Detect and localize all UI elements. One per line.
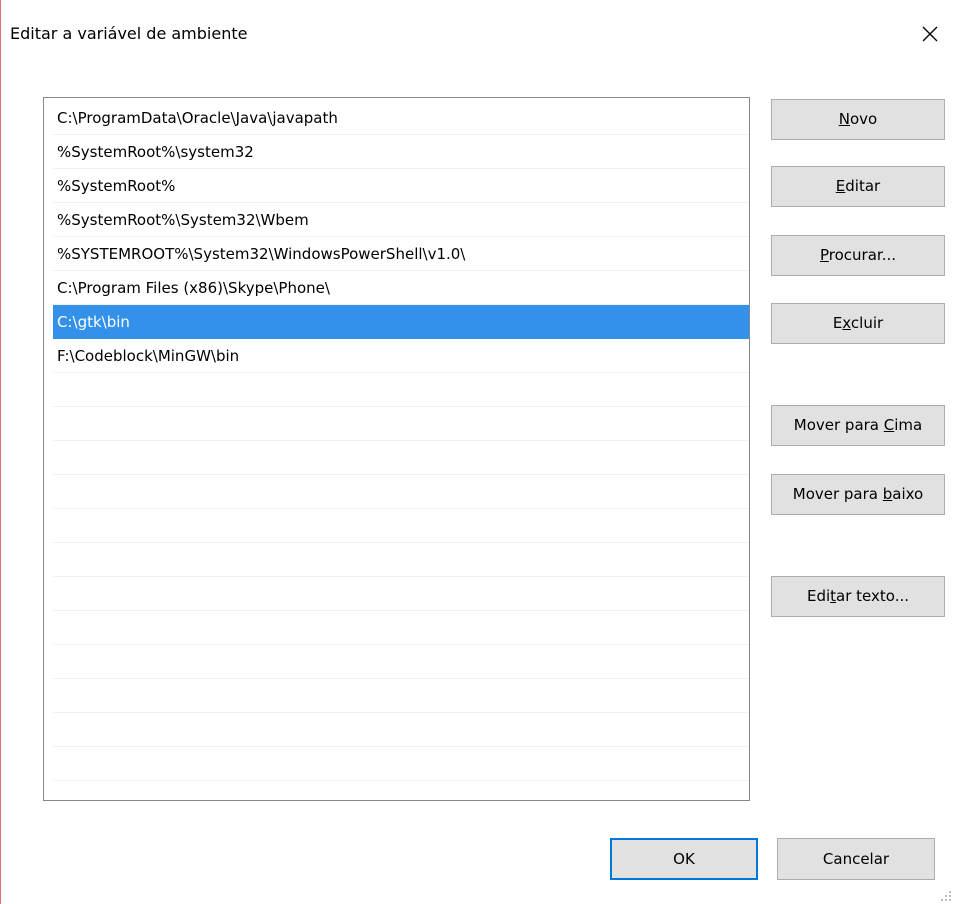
- path-list-empty-row[interactable]: [53, 713, 749, 747]
- edit-button[interactable]: Editar: [771, 166, 945, 207]
- path-list-empty-row[interactable]: [53, 373, 749, 407]
- path-list-empty-row[interactable]: [53, 441, 749, 475]
- path-list-item[interactable]: %SystemRoot%\System32\Wbem: [53, 203, 749, 237]
- dialog-title: Editar a variável de ambiente: [10, 24, 248, 43]
- close-icon: [922, 26, 938, 42]
- new-button-accelerator: N: [838, 110, 850, 128]
- new-button[interactable]: Novo: [771, 99, 945, 140]
- edit-button-label-post: ditar: [845, 177, 881, 195]
- path-list-item[interactable]: C:\Program Files (x86)\Skype\Phone\: [53, 271, 749, 305]
- browse-button-accelerator: P: [819, 246, 829, 264]
- move-up-button[interactable]: Mover para Cima: [771, 405, 945, 446]
- path-list-item-selected[interactable]: C:\gtk\bin: [53, 305, 749, 339]
- move-up-button-label-pre: Mover para: [793, 416, 884, 434]
- path-list-empty-row[interactable]: [53, 645, 749, 679]
- path-list-empty-row[interactable]: [53, 543, 749, 577]
- path-list-empty-row[interactable]: [53, 577, 749, 611]
- close-button[interactable]: [916, 20, 944, 48]
- delete-button-label-pre: E: [832, 314, 843, 332]
- edit-text-button-label-pre: Edi: [806, 587, 831, 605]
- move-down-button[interactable]: Mover para baixo: [771, 474, 945, 515]
- path-list-item[interactable]: %SYSTEMROOT%\System32\WindowsPowerShell\…: [53, 237, 749, 271]
- delete-button[interactable]: Excluir: [771, 303, 945, 344]
- path-list-empty-row[interactable]: [53, 679, 749, 713]
- edit-text-button[interactable]: Editar texto...: [771, 576, 945, 617]
- move-up-button-accelerator: C: [883, 416, 895, 434]
- path-list-item[interactable]: %SystemRoot%: [53, 169, 749, 203]
- move-up-button-label-post: ima: [894, 416, 923, 434]
- path-list-empty-row[interactable]: [53, 509, 749, 543]
- move-down-button-accelerator: b: [882, 485, 893, 503]
- edit-text-button-label-post: ar texto...: [836, 587, 909, 605]
- path-list-empty-row[interactable]: [53, 611, 749, 645]
- new-button-label-post: ovo: [850, 110, 878, 128]
- resize-grip-icon[interactable]: [940, 890, 952, 902]
- browse-button-label-post: rocurar...: [828, 246, 897, 264]
- path-list-empty-row[interactable]: [53, 475, 749, 509]
- move-down-button-label-post: aixo: [892, 485, 924, 503]
- cancel-button[interactable]: Cancelar: [777, 838, 935, 880]
- delete-button-label-post: cluir: [850, 314, 884, 332]
- edit-environment-variable-dialog: Editar a variável de ambiente C:\Program…: [0, 0, 955, 904]
- path-list-empty-row[interactable]: [53, 747, 749, 781]
- window-left-border: [0, 0, 1, 904]
- ok-button[interactable]: OK: [610, 838, 758, 880]
- path-list-item[interactable]: C:\ProgramData\Oracle\Java\javapath: [53, 101, 749, 135]
- path-list-empty-row[interactable]: [53, 781, 749, 800]
- path-list-item[interactable]: F:\Codeblock\MinGW\bin: [53, 339, 749, 373]
- path-list-item[interactable]: %SystemRoot%\system32: [53, 135, 749, 169]
- edit-button-accelerator: E: [835, 177, 846, 195]
- browse-button[interactable]: Procurar...: [771, 235, 945, 276]
- path-list-empty-row[interactable]: [53, 407, 749, 441]
- path-list[interactable]: C:\ProgramData\Oracle\Java\javapath %Syst…: [43, 97, 750, 801]
- delete-button-accelerator: x: [842, 314, 851, 332]
- move-down-button-label-pre: Mover para: [792, 485, 883, 503]
